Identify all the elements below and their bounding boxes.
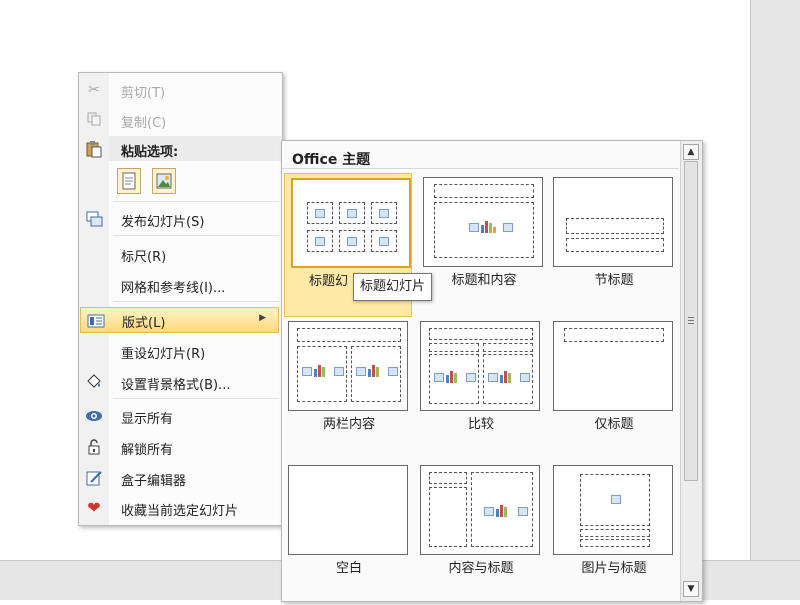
menu-label: 版式(L): [122, 316, 166, 331]
edit-icon: [85, 469, 103, 487]
layout-tile-title-only[interactable]: 仅标题: [547, 317, 675, 461]
slide-area-right: [750, 0, 800, 600]
paste-picture-icon: [156, 173, 172, 189]
scroll-up-button[interactable]: ▲: [683, 144, 699, 160]
menu-label: 复制(C): [121, 116, 167, 131]
paste-options-header: 粘贴选项:: [109, 136, 282, 161]
unlock-icon: [85, 438, 103, 456]
menu-label: 收藏当前选定幻灯片: [121, 504, 239, 519]
menu-item-show-all[interactable]: 显示所有: [79, 403, 282, 429]
layout-caption: 图片与标题: [581, 561, 647, 576]
scissors-icon: ✂: [88, 82, 100, 98]
menu-item-box-editor[interactable]: 盒子编辑器: [79, 465, 282, 491]
menu-separator: [113, 398, 279, 399]
layout-caption: 两栏内容: [322, 417, 375, 432]
paste-picture-button[interactable]: [152, 168, 176, 194]
menu-item-layout[interactable]: 版式(L) ▶: [80, 307, 279, 333]
paste-keep-text-button[interactable]: [117, 168, 141, 194]
layout-tile-picture-caption[interactable]: 图片与标题: [547, 461, 675, 605]
menu-item-favorite-slide[interactable]: ❤ 收藏当前选定幻灯片: [79, 495, 282, 521]
scroll-down-button[interactable]: ▼: [683, 581, 699, 597]
gallery-scrollbar[interactable]: ▲ ▼: [680, 141, 702, 601]
paste-text-icon: [122, 172, 136, 190]
layout-thumbnail: [420, 465, 540, 555]
layout-tile-comparison[interactable]: 比较: [414, 317, 542, 461]
menu-label: 标尺(R): [121, 250, 167, 265]
layout-thumbnail: [288, 465, 408, 555]
paste-icon-cell: [79, 136, 109, 162]
clipboard-icon: [85, 140, 103, 158]
layout-thumbnail: [423, 177, 543, 267]
menu-label: 剪切(T): [121, 86, 166, 101]
layout-thumbnail: [553, 465, 673, 555]
menu-item-reset-slide[interactable]: 重设幻灯片(R): [79, 338, 282, 364]
layout-thumbnail: [553, 177, 673, 267]
layout-thumbnail: [553, 321, 673, 411]
layout-caption: 内容与标题: [448, 561, 514, 576]
gallery-title-divider: [282, 168, 679, 169]
grip-line: [688, 320, 694, 321]
paint-bucket-icon: [85, 373, 103, 391]
layout-caption: 空白: [335, 561, 362, 576]
layout-tile-blank[interactable]: 空白: [282, 461, 410, 605]
submenu-arrow-icon: ▶: [259, 313, 266, 323]
layout-tooltip: 标题幻灯片: [353, 273, 433, 301]
slide-edge: [750, 0, 751, 560]
gallery-title: Office 主题: [292, 152, 371, 168]
paste-options-label: 粘贴选项:: [121, 145, 179, 160]
layout-tile-title-content[interactable]: 标题和内容: [417, 173, 545, 317]
grip-line: [688, 323, 694, 324]
menu-label: 发布幻灯片(S): [121, 215, 205, 230]
grip-line: [688, 317, 694, 318]
menu-label: 重设幻灯片(R): [121, 347, 206, 362]
context-menu: ✂ 剪切(T) 复制(C) 粘贴选项: 发布幻灯片(S) 标尺(R) 网格和参考…: [78, 72, 283, 526]
layout-caption: 仅标题: [594, 417, 634, 432]
layout-caption: 节标题: [594, 273, 634, 288]
layout-tile-content-caption[interactable]: 内容与标题: [414, 461, 542, 605]
menu-item-grid-guides[interactable]: 网格和参考线(I)...: [79, 272, 282, 298]
menu-item-publish-slides[interactable]: 发布幻灯片(S): [79, 206, 282, 232]
menu-item-unlock-all[interactable]: 解锁所有: [79, 434, 282, 460]
menu-item-format-background[interactable]: 设置背景格式(B)...: [79, 369, 282, 395]
menu-label: 设置背景格式(B)...: [121, 378, 231, 393]
menu-label: 解锁所有: [121, 443, 174, 458]
layout-icon: [87, 312, 105, 330]
menu-separator: [113, 235, 279, 236]
layout-thumbnail: [291, 178, 411, 268]
layout-tile-two-content[interactable]: 两栏内容: [282, 317, 410, 461]
menu-separator: [113, 301, 279, 302]
menu-label: 网格和参考线(I)...: [121, 281, 226, 296]
menu-item-cut[interactable]: ✂ 剪切(T): [79, 77, 282, 103]
menu-item-copy[interactable]: 复制(C): [79, 107, 282, 133]
heart-icon: ❤: [87, 498, 101, 517]
copy-icon: [85, 111, 103, 129]
menu-separator: [113, 201, 279, 202]
layout-tile-section-header[interactable]: 节标题: [547, 173, 675, 317]
chevron-down-icon: ▼: [687, 584, 695, 594]
layout-thumbnail: [288, 321, 408, 411]
layout-caption: 标题和内容: [451, 273, 517, 288]
scroll-thumb[interactable]: [684, 161, 698, 481]
menu-label: 盒子编辑器: [121, 474, 187, 489]
publish-slides-icon: [85, 210, 103, 228]
menu-label: 显示所有: [121, 412, 174, 427]
layout-thumbnail: [420, 321, 540, 411]
menu-item-ruler[interactable]: 标尺(R): [79, 241, 282, 267]
layout-gallery: Office 主题 标题幻 标题和内容 节标题 两栏内容 比较 仅标题 空白 内…: [281, 140, 703, 602]
eye-icon: [85, 407, 103, 425]
layout-caption: 比较: [467, 417, 494, 432]
chevron-up-icon: ▲: [687, 147, 695, 157]
